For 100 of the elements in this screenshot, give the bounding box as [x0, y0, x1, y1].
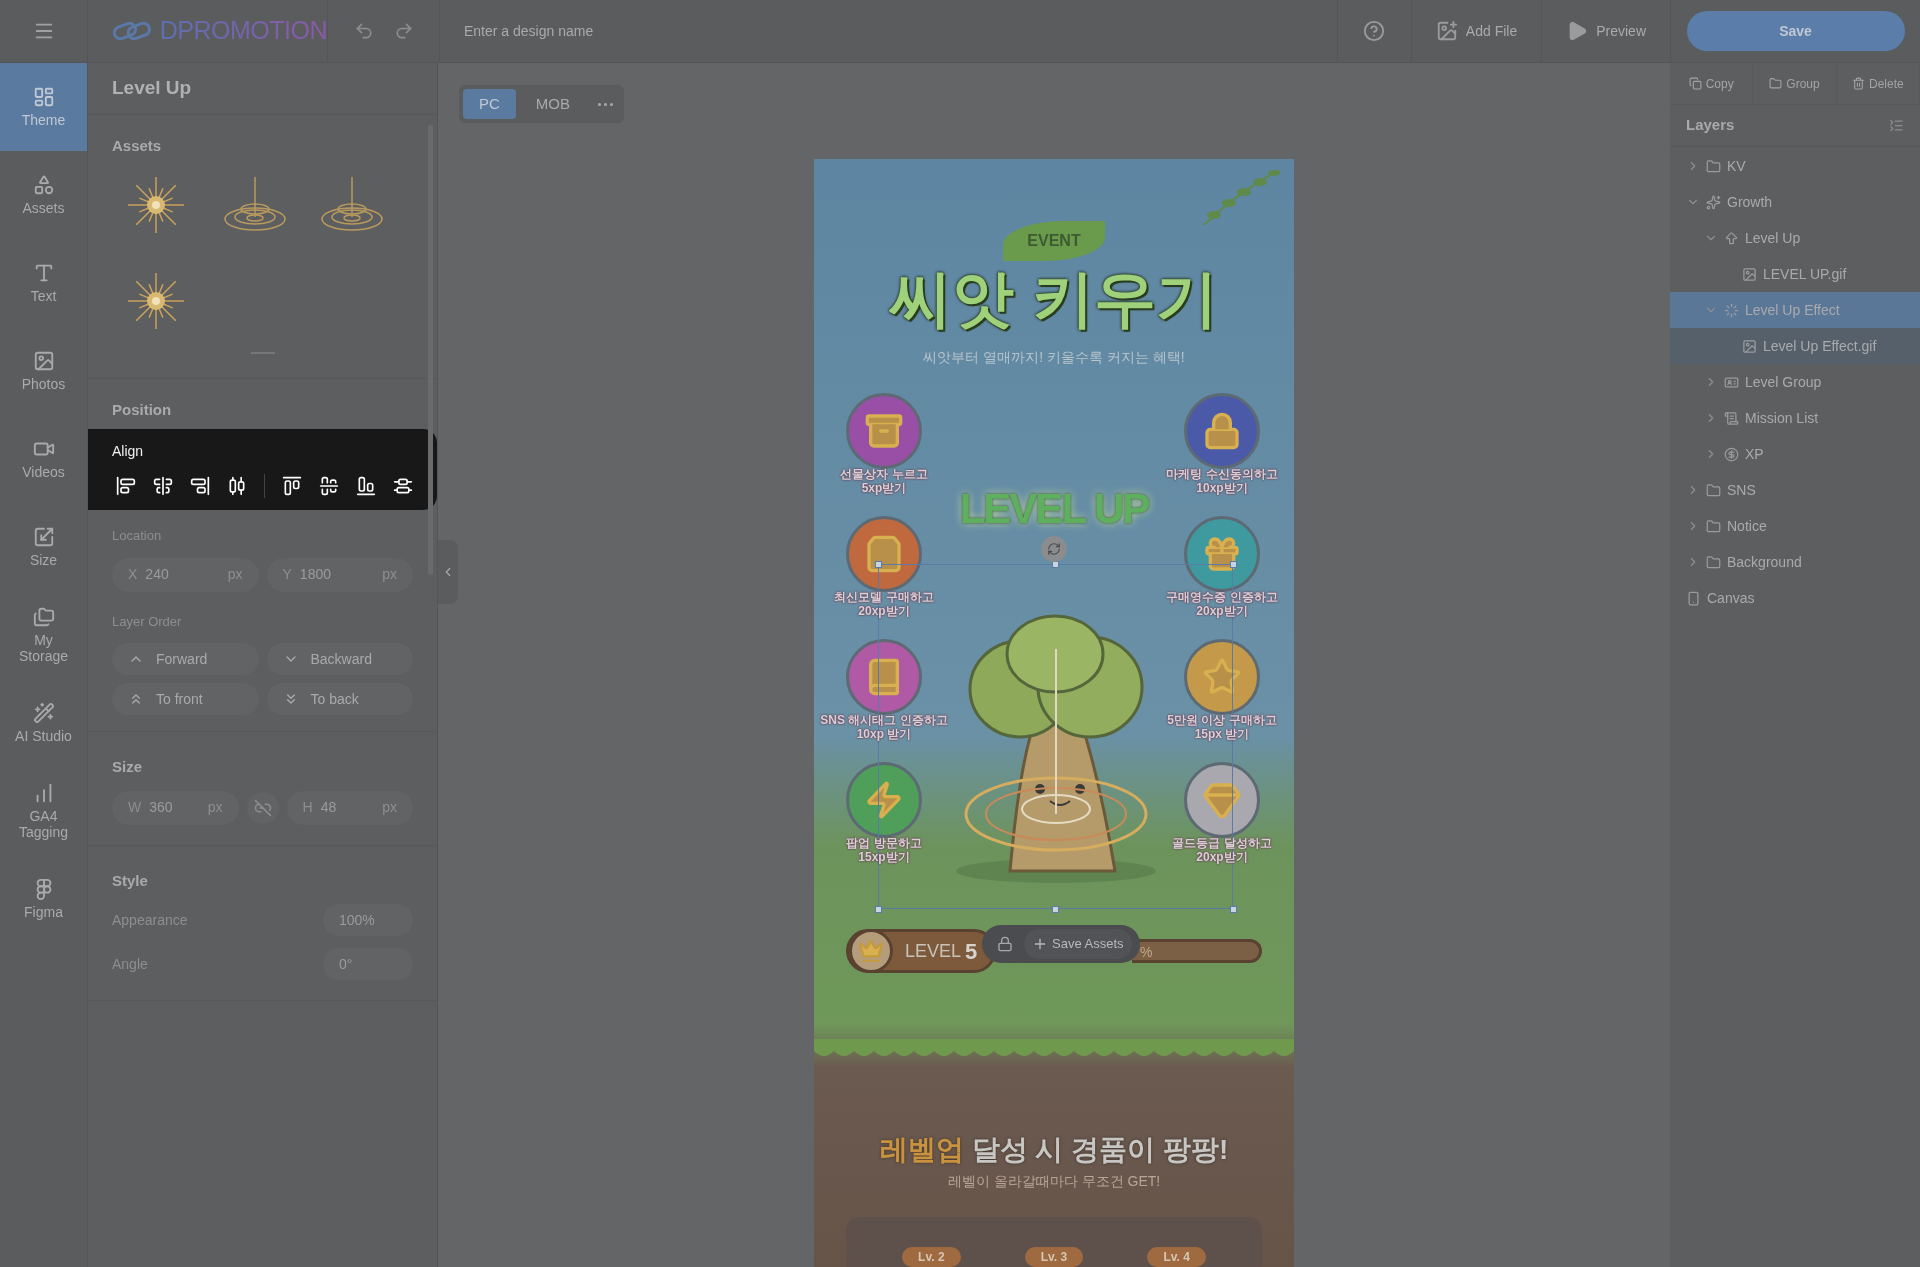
undo-icon[interactable]	[353, 21, 374, 41]
layer-row[interactable]: Notice	[1670, 508, 1920, 544]
align-right-icon	[190, 476, 211, 496]
layers-title: Layers	[1686, 115, 1735, 136]
sidebar-item[interactable]: Figma	[0, 855, 87, 943]
resize-icon	[32, 526, 55, 548]
sidebar-item[interactable]: My Storage	[0, 591, 87, 679]
scrollbar[interactable]	[428, 125, 433, 575]
layer-row[interactable]: Level Group	[1670, 364, 1920, 400]
collapse-all-icon[interactable]	[1889, 118, 1904, 133]
align-button[interactable]	[281, 474, 302, 498]
sidebar-item[interactable]: Assets	[0, 151, 87, 239]
mission-label: 마케팅 수신동의하고 10xp받기	[1166, 467, 1278, 495]
image-icon	[1742, 338, 1757, 354]
sidebar-item[interactable]: Theme	[0, 63, 87, 151]
view-tab[interactable]: PC	[463, 89, 516, 119]
field-value: 360	[149, 798, 174, 817]
layer-name: KV	[1727, 156, 1746, 176]
resize-handle[interactable]	[875, 561, 882, 568]
layer-name: Canvas	[1707, 588, 1755, 608]
align-middle-icon	[318, 476, 339, 496]
layer-row[interactable]: Level Up	[1670, 220, 1920, 256]
crown-icon	[858, 938, 884, 964]
section-heading: Assets	[112, 136, 163, 156]
field-value: 1800	[299, 565, 332, 584]
align-button[interactable]	[190, 474, 211, 498]
folder-icon	[1706, 158, 1721, 174]
image-plus-icon	[1435, 20, 1458, 42]
unlink-icon	[253, 798, 272, 817]
help-icon	[1363, 20, 1386, 42]
list-icon	[1724, 410, 1739, 426]
rotate-handle[interactable]	[1041, 536, 1067, 562]
sidebar-item[interactable]: Photos	[0, 327, 87, 415]
layer-name: Growth	[1727, 192, 1773, 212]
layer-order-button[interactable]: Forward	[112, 643, 259, 675]
mission-label: 구매영수증 인증하고 20xp받기	[1166, 590, 1278, 618]
sidebar-item[interactable]: Size	[0, 503, 87, 591]
panel-title: Level Up	[112, 76, 192, 101]
field-value: 48	[320, 798, 338, 817]
design-name-field[interactable]: Enter a design name	[440, 0, 1337, 62]
section-heading: Style	[112, 870, 149, 891]
layer-name: SNS	[1727, 480, 1756, 500]
layer-row[interactable]: Canvas	[1670, 580, 1920, 616]
level-up-graphic-text: LEVEL UP	[959, 487, 1149, 531]
sidebar-item[interactable]: Text	[0, 239, 87, 327]
resize-handle[interactable]	[1230, 906, 1237, 913]
align-button[interactable]	[227, 474, 248, 498]
sidebar-item[interactable]: GA4 Tagging	[0, 767, 87, 855]
sidebar-item[interactable]: Videos	[0, 415, 87, 503]
trash-icon	[1851, 77, 1865, 90]
align-button[interactable]	[153, 474, 174, 498]
resize-handle[interactable]	[1052, 906, 1059, 913]
style-value-field[interactable]: 0°	[323, 948, 413, 980]
toolbar-button[interactable]: Preview	[1541, 0, 1670, 62]
layer-row[interactable]: SNS	[1670, 472, 1920, 508]
folders-icon	[32, 606, 55, 628]
phone-icon	[1686, 590, 1701, 606]
style-value-field[interactable]: 100%	[323, 904, 413, 936]
padlock-icon	[997, 936, 1013, 952]
layer-row[interactable]: Growth	[1670, 184, 1920, 220]
sparkles-icon	[1706, 194, 1721, 210]
layer-row[interactable]: Background	[1670, 544, 1920, 580]
layer-row[interactable]: Level Up Effect.gif	[1670, 328, 1920, 364]
view-tab[interactable]: MOB	[519, 89, 586, 119]
chain-logo-icon	[112, 19, 152, 43]
level-number: 5	[965, 937, 978, 966]
align-button[interactable]	[116, 474, 136, 498]
layer-name: Notice	[1727, 516, 1767, 536]
folder-icon	[1706, 554, 1721, 570]
level-tag: Lv. 2	[902, 1247, 961, 1267]
folder-icon	[1769, 77, 1783, 90]
layer-order-button[interactable]: To back	[266, 683, 413, 715]
dashboard-icon	[32, 86, 55, 108]
layer-row[interactable]: XP	[1670, 436, 1920, 472]
lightning-icon	[864, 780, 904, 820]
padlock-icon	[1202, 411, 1242, 451]
save-button[interactable]: Save	[1686, 11, 1905, 51]
layer-order-button[interactable]: To front	[112, 683, 259, 715]
star-coin-icon	[1202, 657, 1242, 697]
align-center-icon	[153, 476, 173, 496]
resize-handle[interactable]	[875, 906, 882, 913]
layer-row[interactable]: Level Up Effect	[1670, 292, 1920, 328]
resize-handle[interactable]	[1230, 561, 1237, 568]
layer-row[interactable]: KV	[1670, 148, 1920, 184]
align-button[interactable]	[355, 474, 376, 498]
layer-name: Level Up	[1745, 228, 1801, 248]
layer-row[interactable]: LEVEL UP.gif	[1670, 256, 1920, 292]
distribute-horizontal-icon	[227, 476, 248, 496]
toolbar-button[interactable]: Add File	[1410, 0, 1542, 62]
layer-row[interactable]: Mission List	[1670, 400, 1920, 436]
event-leaf-badge: EVENT	[1003, 221, 1105, 261]
coin-icon	[1724, 446, 1739, 462]
layer-name: Level Up Effect	[1745, 300, 1840, 320]
image-icon	[1742, 266, 1757, 282]
sidebar-item[interactable]: AI Studio	[0, 679, 87, 767]
layer-order-button[interactable]: Backward	[266, 643, 413, 675]
align-button[interactable]	[318, 474, 339, 498]
align-left-icon	[116, 476, 136, 496]
loader-icon	[1724, 302, 1739, 318]
save-assets-button[interactable]: Save Assets	[1024, 929, 1132, 959]
